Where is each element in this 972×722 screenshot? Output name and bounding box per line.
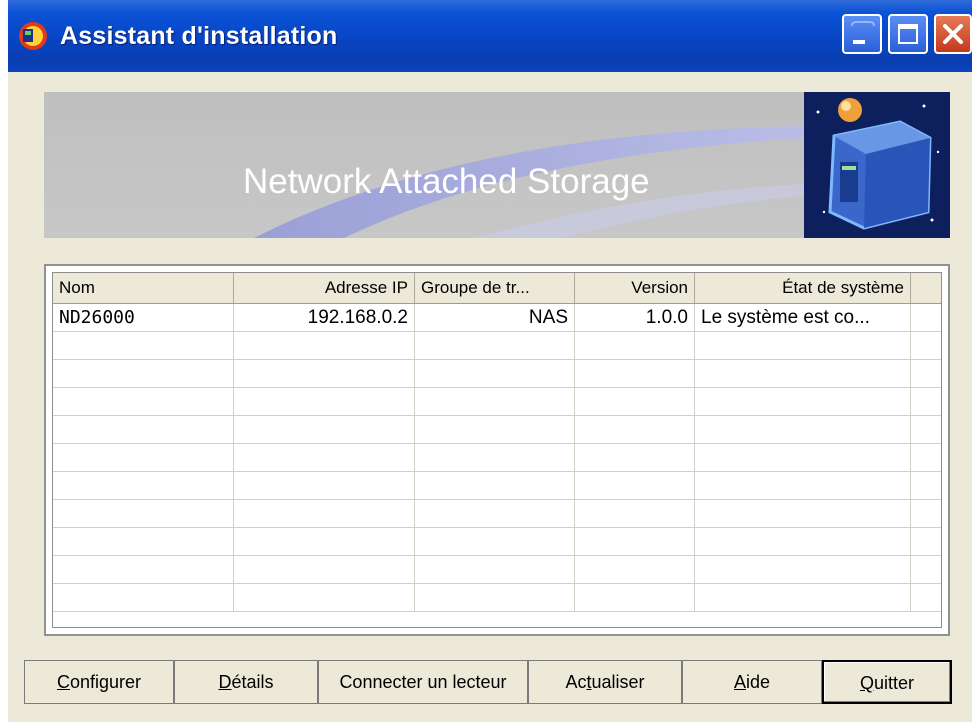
configurer-button[interactable]: Configurer xyxy=(24,660,174,704)
close-icon xyxy=(943,24,963,44)
column-header-version[interactable]: Version xyxy=(575,273,695,303)
table-row[interactable] xyxy=(53,388,941,416)
table-row[interactable] xyxy=(53,584,941,612)
app-icon xyxy=(16,20,50,52)
maximize-icon xyxy=(898,24,918,44)
table-row[interactable] xyxy=(53,500,941,528)
banner-title: Network Attached Storage xyxy=(243,162,650,201)
table-row[interactable] xyxy=(53,472,941,500)
window-title: Assistant d'installation xyxy=(60,22,338,50)
column-header-filler xyxy=(911,273,941,303)
quitter-button[interactable]: Quitter xyxy=(822,660,952,704)
table-row[interactable] xyxy=(53,556,941,584)
details-button[interactable]: Détails xyxy=(174,660,318,704)
table-row[interactable] xyxy=(53,416,941,444)
table-row[interactable] xyxy=(53,332,941,360)
aide-button[interactable]: Aide xyxy=(682,660,822,704)
minimize-button[interactable] xyxy=(842,14,882,54)
cell-groupe: NAS xyxy=(415,304,575,332)
column-header-etat[interactable]: État de système xyxy=(695,273,911,303)
header-banner: Network Attached Storage xyxy=(44,92,950,238)
cell-version: 1.0.0 xyxy=(575,304,695,332)
title-bar[interactable]: Assistant d'installation xyxy=(8,0,972,72)
minimize-icon xyxy=(851,21,875,44)
column-header-groupe[interactable]: Groupe de tr... xyxy=(415,273,575,303)
table-header: Nom Adresse IP Groupe de tr... Version É… xyxy=(53,273,941,304)
close-button[interactable] xyxy=(934,14,972,54)
actualiser-button[interactable]: Actualiser xyxy=(528,660,682,704)
column-header-adresse-ip[interactable]: Adresse IP xyxy=(234,273,415,303)
maximize-button[interactable] xyxy=(888,14,928,54)
table-row[interactable]: ND26000 192.168.0.2 NAS 1.0.0 Le système… xyxy=(53,304,941,332)
installer-window: Assistant d'installation Network Attache… xyxy=(8,0,972,722)
nas-device-icon xyxy=(804,92,950,238)
table-row[interactable] xyxy=(53,360,941,388)
table-row[interactable] xyxy=(53,444,941,472)
connecter-lecteur-button[interactable]: Connecter un lecteur xyxy=(318,660,528,704)
table-row[interactable] xyxy=(53,528,941,556)
device-list[interactable]: Nom Adresse IP Groupe de tr... Version É… xyxy=(44,264,950,636)
cell-adresse-ip: 192.168.0.2 xyxy=(234,304,415,332)
cell-etat: Le système est co... xyxy=(695,304,911,332)
cell-nom: ND26000 xyxy=(53,304,234,332)
column-header-nom[interactable]: Nom xyxy=(53,273,234,303)
